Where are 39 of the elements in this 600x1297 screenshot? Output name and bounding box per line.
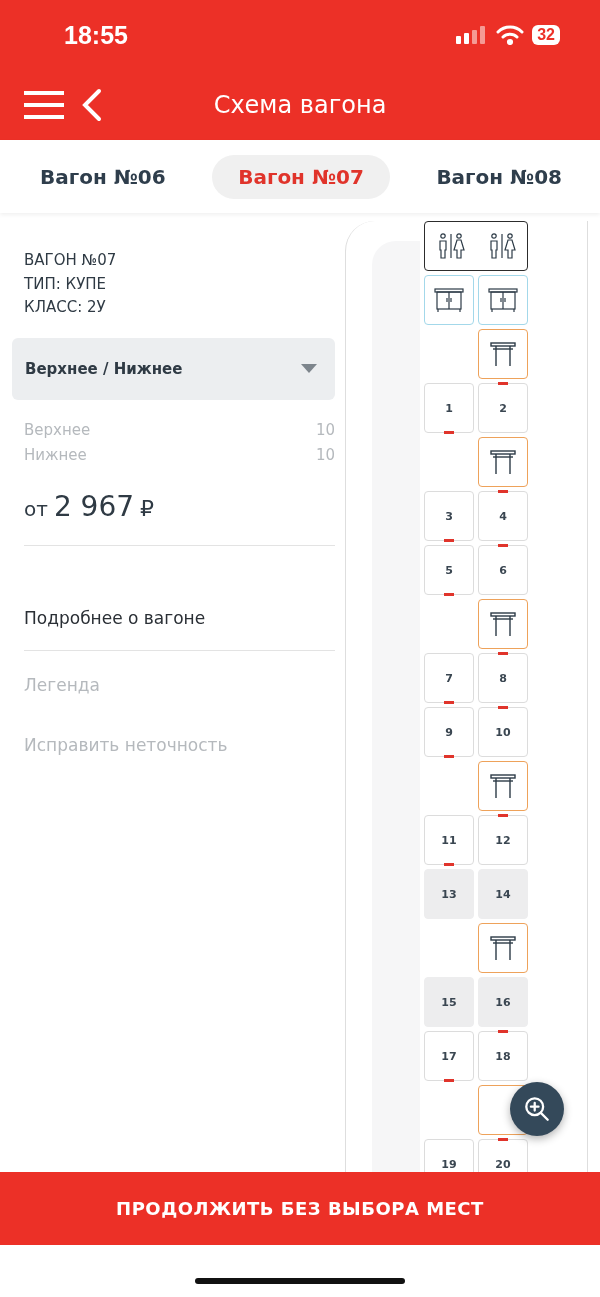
- berth-count: 10: [315, 444, 335, 466]
- seat[interactable]: 14: [478, 869, 528, 919]
- continue-button[interactable]: ПРОДОЛЖИТЬ БЕЗ ВЫБОРА МЕСТ: [0, 1172, 600, 1245]
- seat[interactable]: 15: [424, 977, 474, 1027]
- price-prefix: от: [24, 496, 48, 521]
- price-amount: 2 967: [53, 489, 135, 523]
- seat[interactable]: 4: [478, 491, 528, 541]
- price-currency: ₽: [140, 495, 155, 521]
- berth-label: Нижнее: [24, 444, 87, 466]
- seat[interactable]: 19: [424, 1139, 474, 1172]
- car-info-line: ВАГОН №07: [23, 250, 118, 271]
- berth-dropdown[interactable]: Верхнее / Нижнее: [12, 337, 335, 400]
- seat[interactable]: 2: [478, 383, 528, 433]
- header-title: Схема вагона: [212, 91, 388, 119]
- seat[interactable]: 1: [424, 383, 474, 433]
- battery-level: 32: [532, 25, 560, 45]
- berth-label: Верхнее: [24, 419, 91, 441]
- seat[interactable]: 7: [424, 653, 474, 703]
- seat[interactable]: 13: [424, 869, 474, 919]
- seat[interactable]: 20: [478, 1139, 528, 1172]
- seat[interactable]: 6: [478, 545, 528, 595]
- seat[interactable]: 5: [424, 545, 474, 595]
- seat[interactable]: 10: [478, 707, 528, 757]
- seat[interactable]: 18: [478, 1031, 528, 1081]
- seat[interactable]: 17: [424, 1031, 474, 1081]
- seat[interactable]: 9: [424, 707, 474, 757]
- seat[interactable]: 8: [478, 653, 528, 703]
- car-info-line: ТИП: КУПЕ: [23, 273, 108, 295]
- car-info-line: КЛАСС: 2У: [23, 297, 107, 318]
- seat[interactable]: 11: [424, 815, 474, 865]
- car-tab[interactable]: Вагон №06: [14, 154, 192, 199]
- seat[interactable]: 12: [478, 815, 528, 865]
- car-tab[interactable]: Вагон №08: [410, 154, 588, 199]
- berth-count: 10: [315, 419, 335, 441]
- seat[interactable]: 3: [424, 491, 474, 541]
- car-tab[interactable]: Вагон №07: [212, 154, 390, 199]
- seat[interactable]: 16: [478, 977, 528, 1027]
- status-time: 18:55: [64, 20, 128, 50]
- info-link[interactable]: Подробнее о вагоне: [12, 607, 335, 628]
